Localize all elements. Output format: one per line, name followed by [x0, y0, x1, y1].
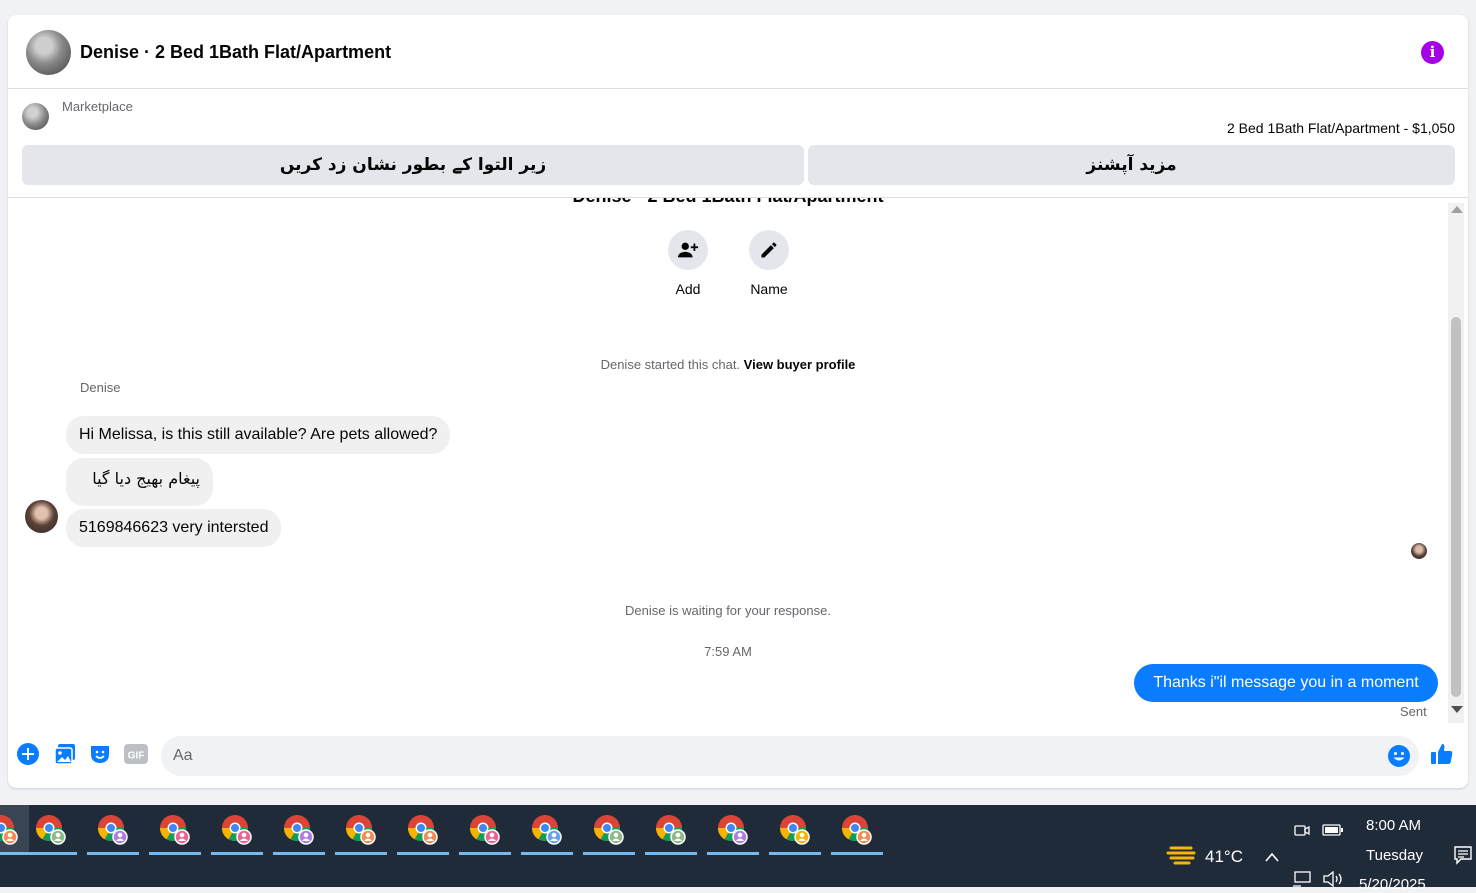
composer: GIF — [8, 728, 1468, 788]
seen-indicator-avatar — [1411, 543, 1427, 559]
active-indicator — [831, 852, 883, 855]
taskbar-chrome-icon[interactable] — [707, 805, 759, 855]
incoming-message[interactable]: پیغام بھیج دیا گیا — [66, 458, 213, 506]
listing-price[interactable]: 2 Bed 1Bath Flat/Apartment - $1,050 — [1227, 120, 1455, 136]
incoming-message[interactable]: Hi Melissa, is this still available? Are… — [66, 416, 451, 454]
add-action[interactable]: Add — [658, 230, 718, 297]
pencil-icon[interactable] — [749, 230, 789, 270]
chat-panel: Denise · 2 Bed 1Bath Flat/Apartment i Ma… — [8, 15, 1468, 788]
clock-time[interactable]: 8:00 AM — [1366, 817, 1421, 834]
active-indicator — [397, 852, 449, 855]
plus-icon[interactable] — [16, 742, 40, 766]
active-indicator — [211, 852, 263, 855]
battery-icon[interactable] — [1322, 823, 1344, 837]
gif-icon[interactable]: GIF — [123, 742, 149, 766]
network-icon[interactable] — [1292, 871, 1312, 887]
denise-avatar[interactable] — [25, 500, 58, 533]
photo-icon[interactable] — [53, 742, 77, 766]
outgoing-message[interactable]: Thanks i"il message you in a moment — [1134, 664, 1438, 702]
gif-label: GIF — [128, 751, 145, 762]
clock-day[interactable]: Tuesday — [1366, 847, 1423, 864]
chat-started-notice: Denise started this chat. View buyer pro… — [8, 357, 1448, 372]
active-indicator — [707, 852, 759, 855]
active-indicator — [583, 852, 635, 855]
add-person-icon[interactable] — [668, 230, 708, 270]
taskbar-chrome-icon[interactable] — [831, 805, 883, 855]
taskbar-chrome-icon[interactable] — [583, 805, 635, 855]
started-text: Denise started this chat. — [600, 357, 741, 372]
info-icon[interactable]: i — [1421, 41, 1444, 64]
more-options-button[interactable]: مزید آپشنز — [808, 145, 1455, 185]
volume-icon[interactable] — [1322, 870, 1344, 888]
active-indicator — [273, 852, 325, 855]
message-timestamp: 7:59 AM — [704, 644, 752, 659]
listing-avatar[interactable] — [26, 30, 71, 75]
active-indicator — [521, 852, 573, 855]
taskbar-chrome-icon[interactable] — [25, 805, 77, 855]
active-indicator — [335, 852, 387, 855]
taskbar: 41°C 8:00 AM Tuesday 5/20/2025 — [0, 805, 1476, 893]
waiting-notice: Denise is waiting for your response. — [625, 603, 831, 618]
name-action[interactable]: Name — [739, 230, 799, 297]
sender-name: Denise — [80, 380, 121, 395]
conversation-area: Denise · 2 Bed 1Bath Flat/Apartment Add … — [8, 198, 1448, 728]
mark-pending-button[interactable]: زیر التوا کے بطور نشان زد کریں — [22, 145, 804, 185]
sticker-icon[interactable] — [88, 742, 112, 766]
active-indicator — [87, 852, 139, 855]
name-label: Name — [750, 281, 788, 297]
conversation-title: Denise · 2 Bed 1Bath Flat/Apartment — [8, 198, 1448, 207]
taskbar-chrome-icon[interactable] — [211, 805, 263, 855]
meet-now-icon[interactable] — [1293, 821, 1311, 839]
marketplace-avatar — [22, 103, 49, 130]
active-indicator — [25, 852, 77, 855]
chevron-up-icon[interactable] — [1264, 850, 1280, 862]
clock-date[interactable]: 5/20/2025 — [1359, 876, 1426, 893]
chat-title[interactable]: Denise · 2 Bed 1Bath Flat/Apartment — [80, 42, 391, 63]
taskbar-chrome-icon[interactable] — [397, 805, 449, 855]
message-status: Sent — [1400, 704, 1427, 719]
emoji-icon[interactable] — [1387, 744, 1411, 768]
taskbar-chrome-icon[interactable] — [769, 805, 821, 855]
message-input-wrapper — [161, 736, 1419, 776]
temperature[interactable]: 41°C — [1205, 847, 1243, 867]
taskbar-chrome-icon[interactable] — [335, 805, 387, 855]
active-indicator — [149, 852, 201, 855]
view-buyer-profile-link[interactable]: View buyer profile — [744, 357, 856, 372]
incoming-message[interactable]: 5169846623 very intersted — [66, 509, 282, 547]
active-indicator — [459, 852, 511, 855]
scroll-down-arrow-icon[interactable] — [1451, 706, 1463, 713]
chat-header: Denise · 2 Bed 1Bath Flat/Apartment i — [8, 15, 1468, 89]
taskbar-chrome-icon[interactable] — [273, 805, 325, 855]
active-indicator — [769, 852, 821, 855]
add-label: Add — [675, 281, 701, 297]
taskbar-chrome-icon[interactable] — [87, 805, 139, 855]
like-thumb-icon[interactable] — [1430, 742, 1454, 766]
message-input[interactable] — [161, 736, 1361, 776]
weather-icon[interactable] — [1165, 845, 1197, 867]
scroll-up-arrow-icon[interactable] — [1451, 206, 1463, 213]
taskbar-chrome-icon[interactable] — [149, 805, 201, 855]
taskbar-chrome-icon[interactable] — [459, 805, 511, 855]
active-indicator — [645, 852, 697, 855]
notifications-icon[interactable] — [1453, 845, 1473, 865]
taskbar-chrome-icon[interactable] — [521, 805, 573, 855]
marketplace-label: Marketplace — [62, 99, 133, 114]
taskbar-chrome-icon[interactable] — [645, 805, 697, 855]
scrollbar-thumb[interactable] — [1451, 317, 1461, 697]
